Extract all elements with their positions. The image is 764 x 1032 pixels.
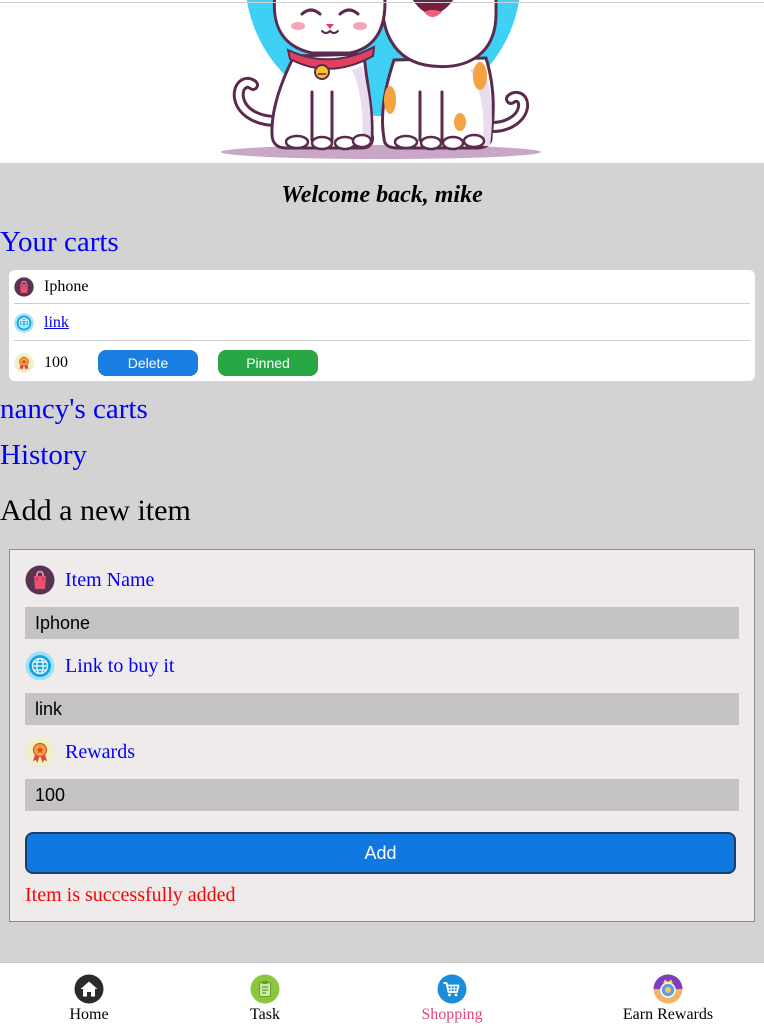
top-divider (0, 2, 764, 3)
add-item-heading: Add a new item (0, 494, 191, 527)
cart-item-card: Iphone link 100 Delete Pinned (9, 270, 755, 381)
reward-icon (25, 737, 55, 767)
nav-item-task[interactable]: Task (200, 963, 330, 1032)
add-item-form: Item Name Link to buy it Rewards Add Ite… (9, 549, 755, 922)
link-label-row: Link to buy it (25, 651, 174, 681)
nav-item-home[interactable]: Home (24, 963, 154, 1032)
your-carts-toggle[interactable]: Your carts (0, 225, 119, 259)
cart-item-link[interactable]: link (44, 314, 69, 332)
bag-icon (25, 565, 55, 595)
cart-item-rewards-row: 100 Delete Pinned (14, 341, 750, 381)
nav-label: Earn Rewards (622, 1006, 714, 1023)
item-name-label: Item Name (65, 568, 155, 591)
earn-rewards-icon (653, 974, 683, 1004)
item-name-input[interactable] (25, 607, 739, 639)
nav-item-earn-rewards[interactable]: Earn Rewards (603, 963, 733, 1032)
ground-shadow (221, 145, 541, 159)
cats-illustration (221, 0, 541, 159)
status-message: Item is successfully added (25, 884, 236, 906)
cart-item-name-row: Iphone (14, 270, 750, 304)
nancys-carts-toggle[interactable]: nancy's carts (0, 392, 148, 426)
nav-item-shopping[interactable]: Shopping (387, 963, 517, 1032)
add-button[interactable]: Add (25, 832, 736, 874)
delete-button[interactable]: Delete (98, 349, 198, 376)
pinned-button[interactable]: Pinned (218, 349, 318, 376)
history-toggle[interactable]: History (0, 438, 87, 472)
bottom-nav: Home Task Shopping Earn Rewards (0, 962, 764, 1032)
home-icon (74, 974, 104, 1004)
shopping-cart-icon (437, 974, 467, 1004)
reward-icon (14, 353, 34, 373)
header-banner (0, 0, 764, 163)
globe-icon (25, 651, 55, 681)
globe-icon (14, 313, 34, 333)
link-label: Link to buy it (65, 654, 175, 677)
link-input[interactable] (25, 693, 739, 725)
cart-item-link-row: link (14, 305, 750, 341)
task-icon (250, 974, 280, 1004)
rewards-input[interactable] (25, 779, 739, 811)
nav-label: Task (250, 1006, 280, 1023)
bag-icon (14, 277, 34, 297)
item-name-label-row: Item Name (25, 565, 154, 595)
rewards-label-row: Rewards (25, 737, 135, 767)
nav-label: Shopping (421, 1006, 483, 1023)
welcome-message: Welcome back, mike (281, 182, 483, 208)
nav-label: Home (69, 1006, 109, 1023)
cart-item-name: Iphone (44, 277, 89, 295)
cart-item-rewards: 100 (44, 353, 68, 371)
rewards-label: Rewards (65, 740, 135, 763)
